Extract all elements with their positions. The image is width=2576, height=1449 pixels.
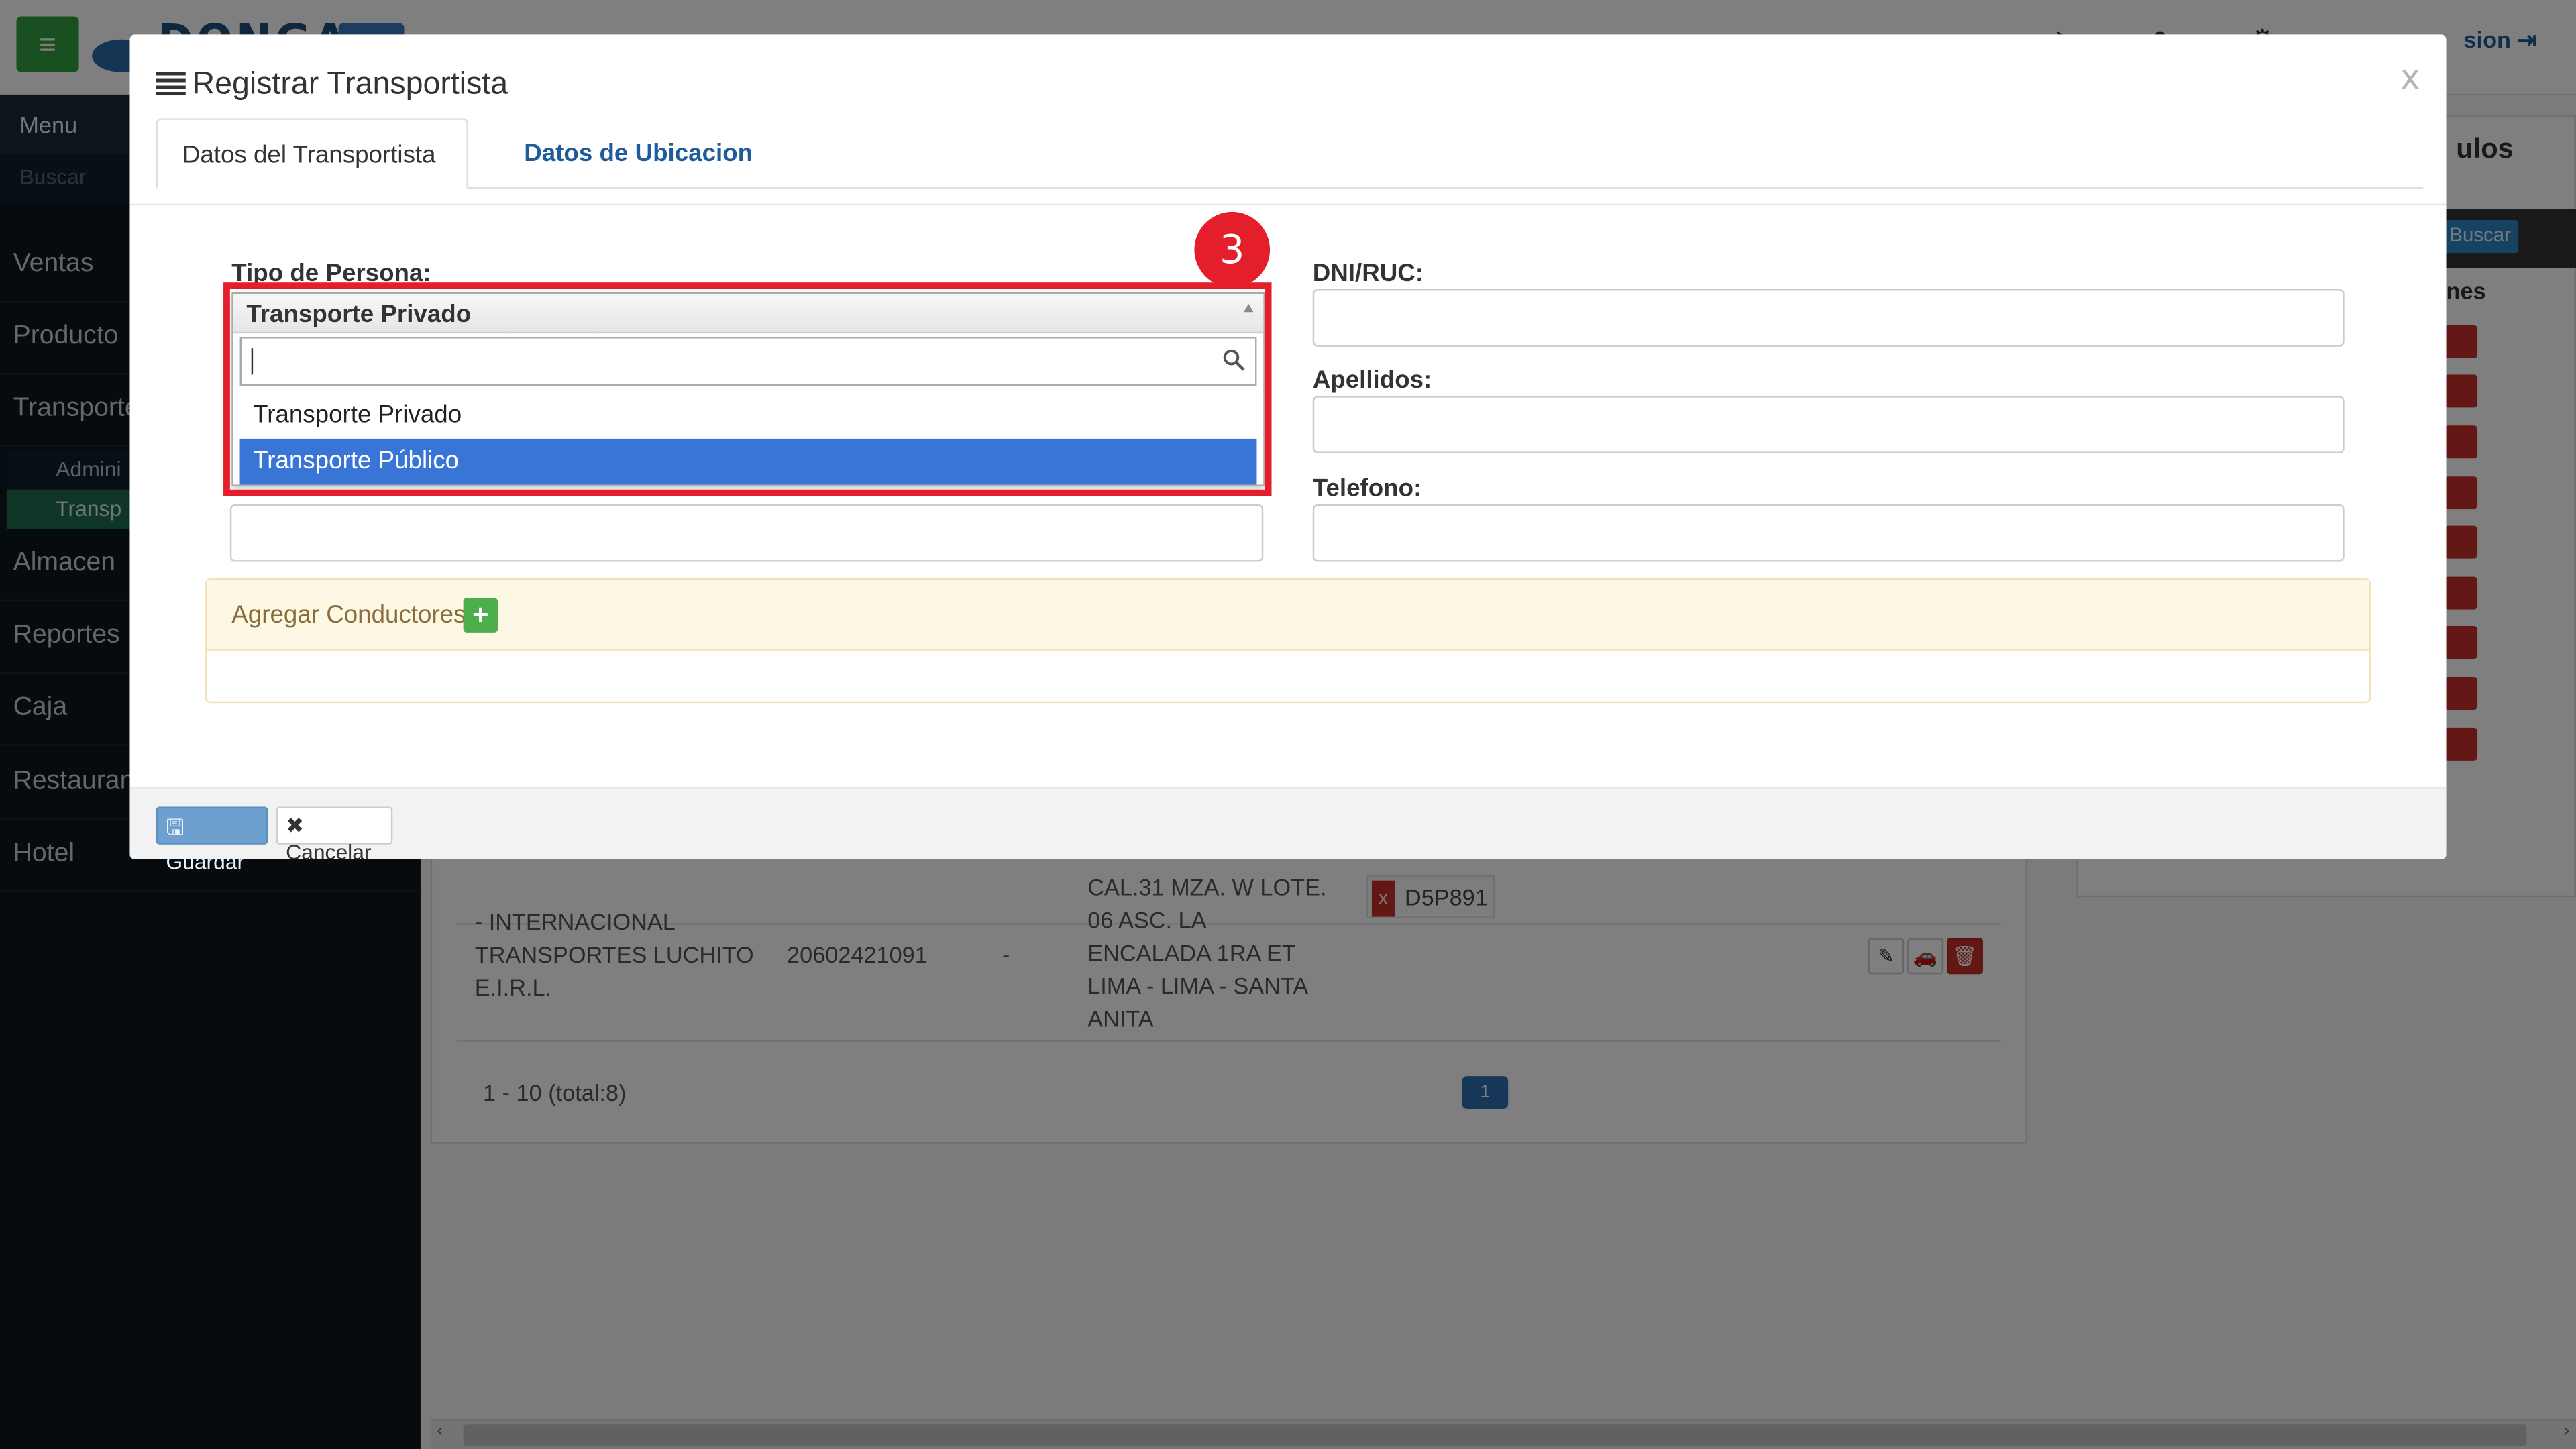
dni-ruc-label: DNI/RUC: [1312,259,1424,288]
screen: ≡ DONGA ➤ ● ⚙ sion ⇥ Menu Buscar Ventas … [0,0,2576,1449]
modal-footer: 🖫 Guardar ✖ Cancelar [129,787,2447,874]
cancel-button[interactable]: ✖ Cancelar [276,806,393,864]
tab-datos-ubicacion[interactable]: Datos de Ubicacion [499,118,777,189]
highlight-annotation [223,282,1272,496]
save-icon: 🖫 [166,814,184,840]
tab-datos-transportista[interactable]: Datos del Transportista [156,118,468,189]
close-x-icon: ✖ [286,813,304,838]
close-button[interactable]: x [2400,58,2420,97]
apellidos-input[interactable] [1312,396,2345,453]
modal-divider [129,203,2447,206]
conductores-title: Agregar Conductores [231,601,466,629]
modal-tabs: Datos del Transportista Datos de Ubicaci… [156,118,2424,189]
add-conductor-button[interactable]: + [463,598,498,633]
nombre-input[interactable] [229,504,1264,562]
conductores-panel: Agregar Conductores + [205,578,2371,704]
modal-title: Registrar Transportista [156,67,508,103]
save-label: Guardar [166,849,245,874]
modal-title-text: Registrar Transportista [192,67,508,102]
dni-ruc-input[interactable] [1312,289,2345,347]
conductores-header: Agregar Conductores + [207,580,2369,651]
save-button[interactable]: 🖫 Guardar [156,806,268,874]
cancel-label: Cancelar [286,839,372,865]
step-badge: 3 [1194,211,1271,288]
list-icon [156,72,186,96]
telefono-label: Telefono: [1312,474,1422,503]
apellidos-label: Apellidos: [1312,366,1432,394]
telefono-input[interactable] [1312,504,2345,562]
